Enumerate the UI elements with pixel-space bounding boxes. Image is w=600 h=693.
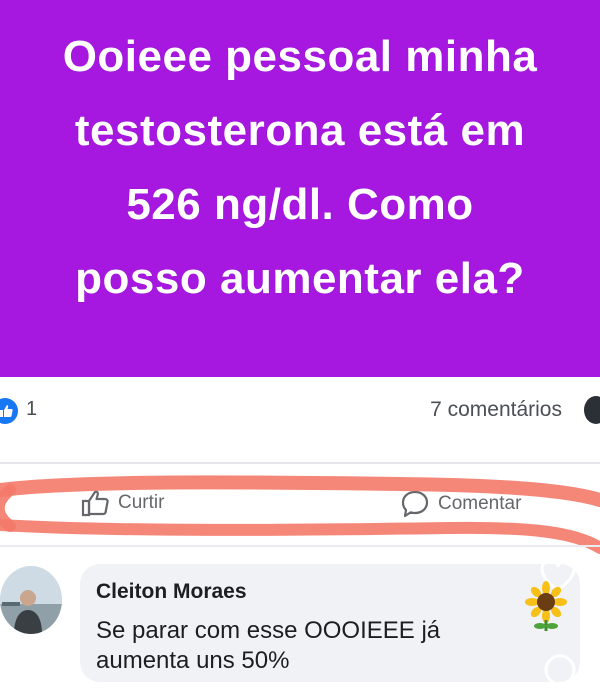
thumbs-up-outline-icon — [81, 490, 109, 517]
comment-text-line-2: aumenta uns 50% — [96, 647, 290, 674]
comments-count[interactable]: 7 comentários — [430, 398, 562, 422]
post-line-1: Ooieee pessoal minha — [62, 32, 538, 81]
avatar[interactable] — [0, 566, 62, 634]
action-bar: Curtir Comentar — [0, 475, 600, 535]
comment-button[interactable]: Comentar — [400, 489, 521, 519]
comment-text-line-1: Se parar com esse OOOIEEE já — [96, 617, 441, 644]
comment: Cleiton Moraes Se parar com esse OOOIEEE… — [0, 556, 600, 693]
reaction-summary: 1 7 comentários — [0, 390, 600, 450]
globe-icon — [584, 396, 600, 424]
comment-text: Se parar com esse OOOIEEE já aumenta uns… — [96, 616, 516, 676]
search-icon[interactable] — [540, 648, 580, 688]
comment-button-label: Comentar — [438, 493, 522, 514]
post-line-2: testosterona está em — [74, 106, 526, 155]
post-line-4: posso aumentar ela? — [75, 254, 525, 303]
sunflower-sticker-icon — [525, 581, 567, 631]
divider — [0, 462, 600, 464]
like-count[interactable]: 1 — [26, 398, 37, 421]
post-line-3: 526 ng/dl. Como — [126, 180, 474, 229]
comment-bubble: Cleiton Moraes Se parar com esse OOOIEEE… — [80, 564, 580, 682]
like-button-label: Curtir — [118, 492, 165, 513]
divider — [0, 545, 600, 547]
post-text: Ooieee pessoal minha testosterona está e… — [10, 20, 590, 316]
speech-bubble-icon — [401, 490, 429, 518]
like-button[interactable]: Curtir — [80, 489, 164, 517]
like-reaction-icon[interactable] — [0, 398, 18, 424]
comment-author[interactable]: Cleiton Moraes — [96, 580, 247, 604]
